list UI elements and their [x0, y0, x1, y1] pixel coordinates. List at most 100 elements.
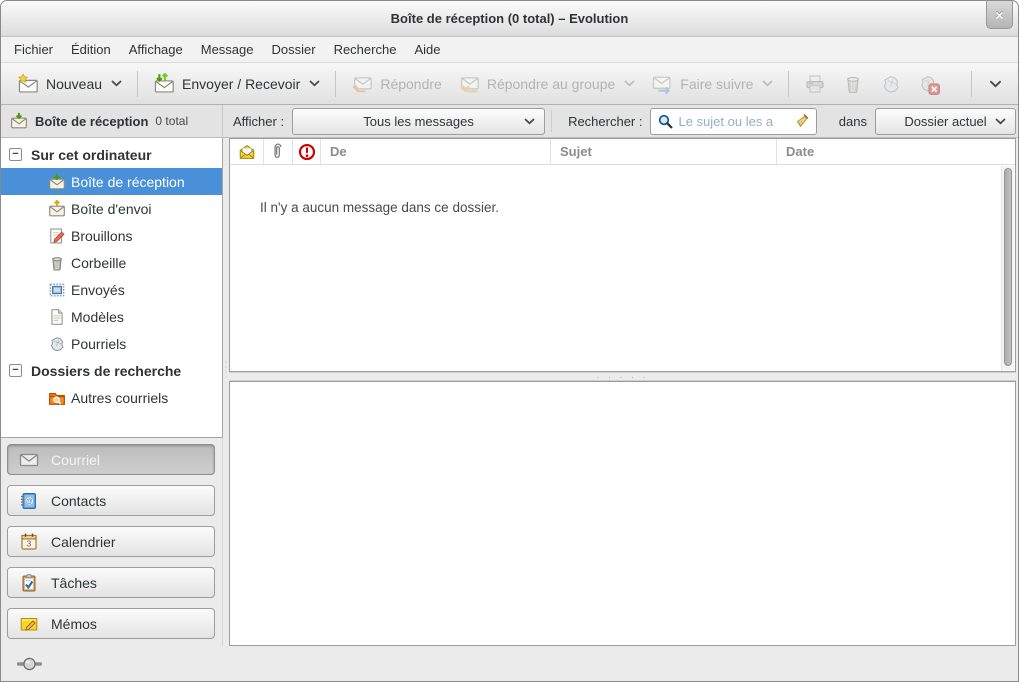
folder-drafts[interactable]: Brouillons	[1, 222, 222, 249]
memos-icon	[19, 614, 39, 634]
junk-button[interactable]	[872, 68, 910, 100]
toolbar-separator	[335, 71, 336, 97]
folder-sent[interactable]: Envoyés	[1, 276, 222, 303]
sent-icon	[48, 281, 66, 299]
search-input[interactable]	[678, 114, 790, 129]
menu-aide[interactable]: Aide	[405, 38, 449, 61]
new-button[interactable]: Nouveau	[9, 68, 130, 100]
priority-icon	[298, 143, 316, 161]
toolbar-overflow-button[interactable]	[979, 75, 1010, 93]
attachment-icon	[269, 143, 287, 161]
search-icon[interactable]	[657, 113, 674, 130]
tree-group-on-this-computer[interactable]: − Sur cet ordinateur	[1, 141, 222, 168]
folder-trash[interactable]: Corbeille	[1, 249, 222, 276]
switcher-calendar[interactable]: 3 Calendrier	[7, 526, 215, 557]
column-priority[interactable]	[293, 139, 321, 164]
menu-edition[interactable]: Édition	[62, 38, 120, 61]
not-junk-icon	[918, 73, 940, 95]
preview-pane[interactable]	[229, 381, 1016, 646]
chevron-down-icon	[524, 118, 535, 125]
main-area: − Sur cet ordinateur Boîte de réception …	[1, 138, 1018, 646]
reply-all-icon	[458, 73, 480, 95]
toolbar-separator	[788, 71, 789, 97]
reply-button[interactable]: Répondre	[343, 68, 450, 100]
filterbar-separator	[551, 110, 552, 132]
search-folder-icon	[48, 389, 66, 407]
folder-inbox[interactable]: Boîte de réception	[1, 168, 222, 195]
column-read-status[interactable]	[230, 139, 264, 164]
titlebar[interactable]: Boîte de réception (0 total) – Evolution…	[1, 1, 1018, 37]
scope-label: dans	[839, 114, 867, 129]
print-icon	[804, 73, 826, 95]
svg-text:3: 3	[27, 539, 32, 548]
column-date[interactable]: Date	[777, 139, 1015, 164]
collapse-expander-icon[interactable]: −	[9, 148, 22, 161]
outbox-icon	[48, 200, 66, 218]
clear-broom-icon[interactable]	[794, 113, 811, 130]
toolbar-separator	[137, 71, 138, 97]
trash-icon	[48, 254, 66, 272]
send-receive-icon	[153, 73, 175, 95]
templates-icon	[48, 308, 66, 326]
reply-icon	[351, 73, 373, 95]
menu-dossier[interactable]: Dossier	[262, 38, 324, 61]
online-status-icon[interactable]	[17, 656, 43, 672]
read-status-icon	[238, 143, 256, 161]
menu-message[interactable]: Message	[192, 38, 263, 61]
evolution-window: Boîte de réception (0 total) – Evolution…	[0, 0, 1019, 682]
inbox-icon	[10, 112, 28, 130]
toolbar-separator	[971, 71, 972, 97]
current-folder-indicator: Boîte de réception 0 total	[1, 105, 223, 137]
scrollbar-thumb[interactable]	[1004, 168, 1012, 366]
tasks-icon	[19, 573, 39, 593]
forward-icon	[651, 73, 673, 95]
reply-all-button[interactable]: Répondre au groupe	[450, 68, 643, 100]
collapse-expander-icon[interactable]: −	[9, 364, 22, 377]
chevron-down-icon	[309, 80, 320, 87]
mail-icon	[19, 450, 39, 470]
folder-count: 0 total	[155, 114, 188, 128]
current-folder-name: Boîte de réception	[35, 114, 148, 129]
chevron-down-icon	[111, 80, 122, 87]
junk-icon	[880, 73, 902, 95]
preview-splitter-handle[interactable]: · · · · ·	[229, 372, 1016, 381]
folder-other-mail[interactable]: Autres courriels	[1, 384, 222, 411]
trash-button[interactable]	[834, 68, 872, 100]
message-list-scrollbar[interactable]	[1001, 166, 1014, 370]
message-list-header: De Sujet Date	[230, 139, 1015, 165]
print-button[interactable]	[796, 68, 834, 100]
empty-folder-message: Il n'y a aucun message dans ce dossier.	[260, 200, 499, 215]
show-label: Afficher :	[233, 114, 284, 129]
tree-group-search-folders[interactable]: − Dossiers de recherche	[1, 357, 222, 384]
status-bar	[1, 646, 1018, 682]
message-list: De Sujet Date Il n'y a aucun message dan…	[229, 138, 1016, 372]
column-attachment[interactable]	[264, 139, 293, 164]
switcher-mail[interactable]: Courriel	[7, 444, 215, 475]
menu-recherche[interactable]: Recherche	[325, 38, 406, 61]
search-label: Rechercher :	[568, 114, 642, 129]
junk-icon	[48, 335, 66, 353]
not-junk-button[interactable]	[910, 68, 948, 100]
close-button[interactable]: ×	[986, 1, 1013, 29]
switcher-memos[interactable]: Mémos	[7, 608, 215, 639]
view-switcher: Courriel @ Contacts 3 Calendrier Tâches	[1, 438, 223, 646]
search-scope-dropdown[interactable]: Dossier actuel	[875, 108, 1016, 135]
switcher-tasks[interactable]: Tâches	[7, 567, 215, 598]
main-toolbar: Nouveau Envoyer / Recevoir Répondre	[1, 63, 1018, 105]
forward-button[interactable]: Faire suivre	[643, 68, 781, 100]
chevron-down-icon	[995, 118, 1006, 125]
column-subject[interactable]: Sujet	[551, 139, 777, 164]
filter-bar: Boîte de réception 0 total Afficher : To…	[1, 105, 1018, 138]
menu-fichier[interactable]: Fichier	[5, 38, 62, 61]
search-box[interactable]	[650, 108, 817, 135]
folder-templates[interactable]: Modèles	[1, 303, 222, 330]
switcher-contacts[interactable]: @ Contacts	[7, 485, 215, 516]
folder-junk[interactable]: Pourriels	[1, 330, 222, 357]
column-from[interactable]: De	[321, 139, 551, 164]
calendar-icon: 3	[19, 532, 39, 552]
menu-affichage[interactable]: Affichage	[120, 38, 192, 61]
folder-outbox[interactable]: Boîte d'envoi	[1, 195, 222, 222]
send-receive-button[interactable]: Envoyer / Recevoir	[145, 68, 328, 100]
message-filter-dropdown[interactable]: Tous les messages	[292, 108, 545, 135]
new-mail-icon	[17, 73, 39, 95]
